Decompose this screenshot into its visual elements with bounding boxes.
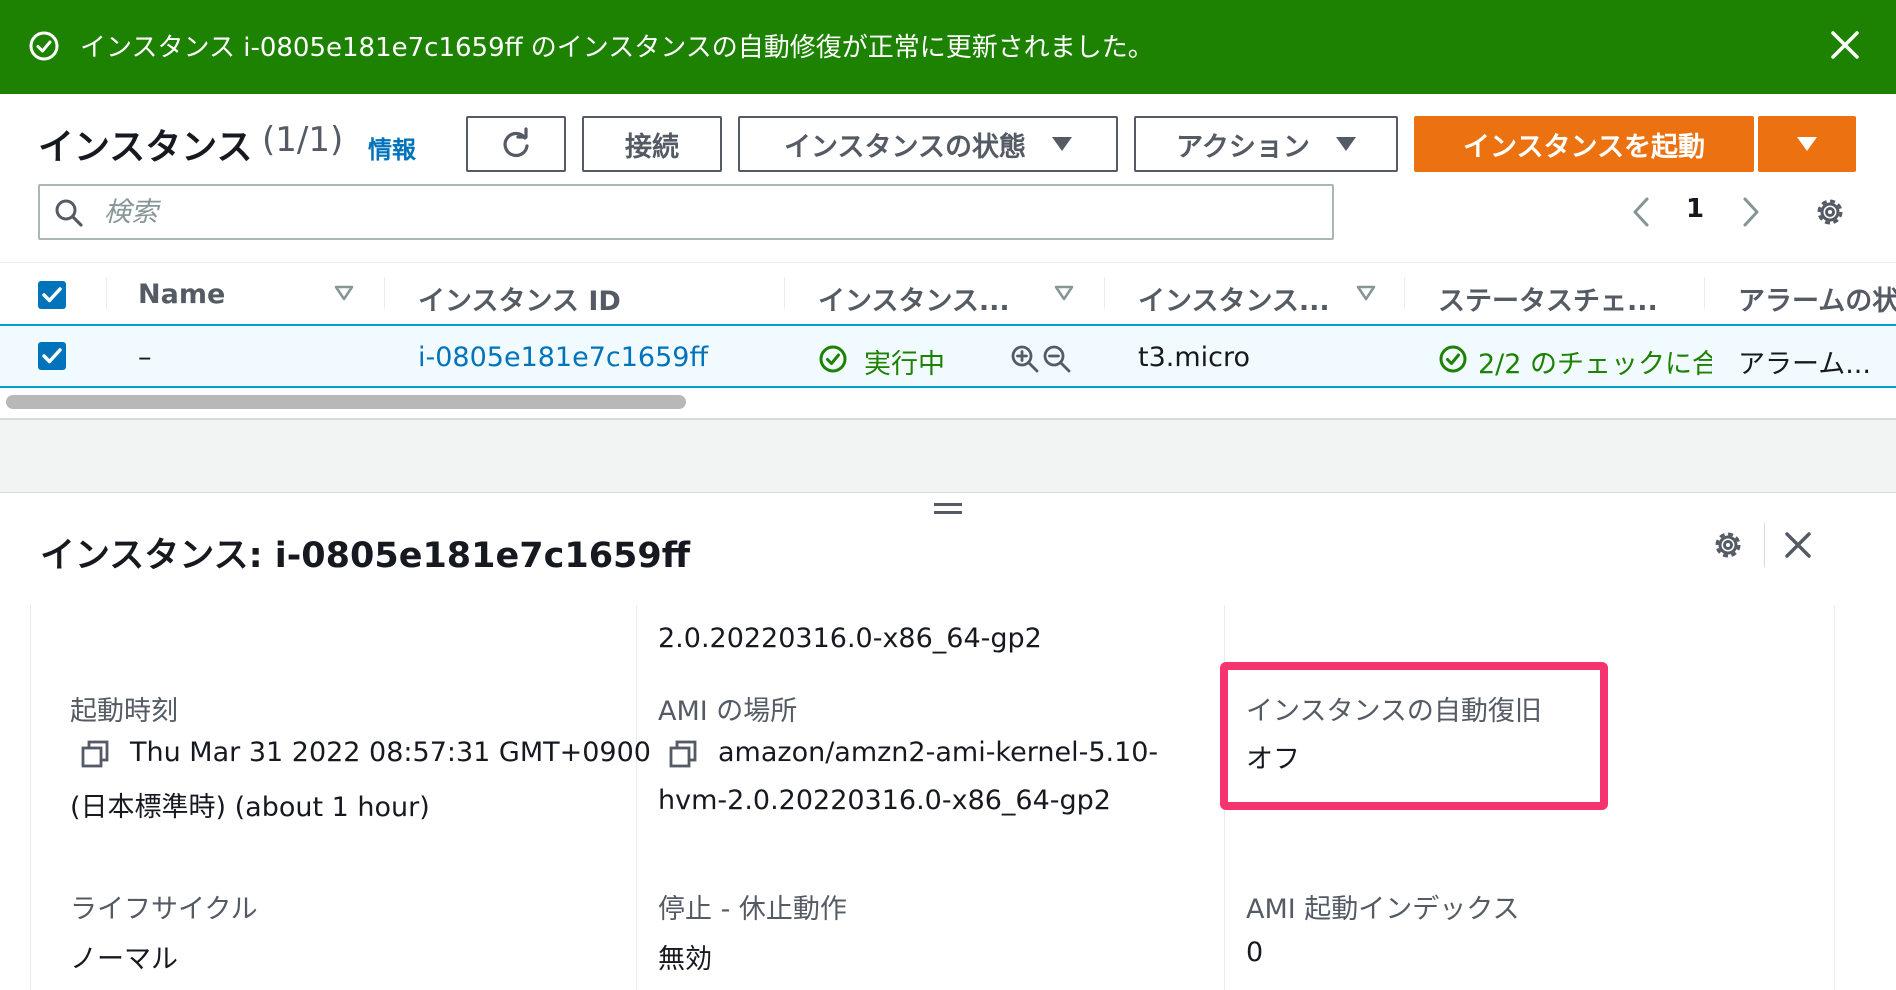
ami-name-value: 2.0.20220316.0-x86_64-gp2 bbox=[658, 623, 1042, 654]
column-divider bbox=[1834, 605, 1835, 990]
column-divider bbox=[636, 605, 637, 990]
select-all-checkbox[interactable] bbox=[38, 281, 66, 309]
copy-icon[interactable] bbox=[80, 739, 110, 769]
instances-panel: インスタンス (1/1) 情報 接続 インスタンスの状態 アクション インスタン… bbox=[0, 94, 1896, 420]
checkmark-icon bbox=[42, 287, 62, 303]
close-icon[interactable] bbox=[1780, 527, 1816, 563]
lifecycle-value: ノーマル bbox=[70, 944, 178, 975]
column-header-status-check[interactable]: ステータスチェ... bbox=[1438, 279, 1658, 318]
column-header-alarm-status[interactable]: アラームの状 bbox=[1738, 279, 1896, 318]
info-link[interactable]: 情報 bbox=[368, 130, 416, 165]
column-separator bbox=[1404, 277, 1405, 309]
refresh-button[interactable] bbox=[466, 116, 566, 172]
check-circle-icon bbox=[29, 31, 59, 61]
launch-time-label: 起動時刻 bbox=[70, 696, 178, 727]
ami-launch-index-label: AMI 起動インデックス bbox=[1246, 894, 1520, 925]
caret-down-icon bbox=[1335, 137, 1356, 151]
refresh-icon bbox=[503, 127, 529, 158]
search-icon bbox=[55, 199, 83, 227]
column-divider bbox=[30, 605, 31, 990]
ami-location-value: amazon/amzn2-ami-kernel-5.10- bbox=[718, 737, 1159, 768]
checkmark-icon bbox=[42, 348, 62, 364]
column-header-instance-type[interactable]: インスタンス... bbox=[1138, 279, 1330, 318]
column-separator bbox=[106, 277, 107, 309]
ami-location-value-cont: hvm-2.0.20220316.0-x86_64-gp2 bbox=[658, 785, 1111, 816]
instance-state-dropdown[interactable]: インスタンスの状態 bbox=[738, 116, 1118, 172]
row-checkbox[interactable] bbox=[38, 342, 66, 370]
launch-label: インスタンスを起動 bbox=[1463, 131, 1705, 163]
sort-icon[interactable] bbox=[1356, 285, 1376, 301]
scrollbar-thumb[interactable] bbox=[6, 395, 686, 409]
details-title: インスタンス: i-0805e181e7c1659ff bbox=[40, 536, 691, 576]
success-flash-banner: インスタンス i-0805e181e7c1659ff のインスタンスの自動修復が… bbox=[0, 0, 1896, 94]
search-box bbox=[38, 184, 1334, 240]
ami-launch-index-value: 0 bbox=[1246, 937, 1264, 968]
cell-instance-type: t3.micro bbox=[1138, 342, 1251, 373]
table-row[interactable]: – i-0805e181e7c1659ff 実行中 t3.micro 2/2 の… bbox=[0, 324, 1896, 388]
instance-state-label: インスタンスの状態 bbox=[784, 131, 1026, 163]
zoom-in-icon[interactable] bbox=[1010, 344, 1040, 374]
column-header-instance-state[interactable]: インスタンス... bbox=[818, 279, 1010, 318]
connect-label: 接続 bbox=[625, 131, 679, 163]
chevron-right-icon[interactable] bbox=[1736, 194, 1766, 230]
annotation-highlight-box bbox=[1220, 662, 1608, 810]
divider bbox=[1764, 523, 1765, 567]
page-number[interactable]: 1 bbox=[1686, 194, 1704, 224]
cell-status-check: 2/2 のチェックに合 bbox=[1478, 349, 1712, 376]
actions-label: アクション bbox=[1176, 131, 1310, 163]
connect-button[interactable]: 接続 bbox=[582, 116, 722, 172]
actions-dropdown[interactable]: アクション bbox=[1134, 116, 1398, 172]
caret-down-icon bbox=[1797, 137, 1817, 151]
stop-hibernate-value: 無効 bbox=[658, 944, 712, 975]
gear-icon[interactable] bbox=[1812, 194, 1848, 230]
cell-instance-id[interactable]: i-0805e181e7c1659ff bbox=[418, 342, 708, 373]
column-header-name[interactable]: Name bbox=[138, 279, 225, 310]
search-input[interactable] bbox=[104, 194, 1304, 230]
page-title: インスタンス bbox=[38, 127, 253, 168]
launch-time-value: Thu Mar 31 2022 08:57:31 GMT+0900 bbox=[130, 737, 651, 768]
column-separator bbox=[384, 277, 385, 309]
check-circle-icon bbox=[1439, 345, 1467, 373]
column-separator bbox=[1104, 277, 1105, 309]
resize-handle[interactable] bbox=[934, 503, 962, 517]
column-separator bbox=[784, 277, 785, 309]
caret-down-icon bbox=[1051, 137, 1072, 151]
copy-icon[interactable] bbox=[668, 739, 698, 769]
zoom-out-icon[interactable] bbox=[1042, 344, 1072, 374]
launch-dropdown-button[interactable] bbox=[1758, 116, 1856, 172]
ami-location-label: AMI の場所 bbox=[658, 696, 798, 727]
sort-icon[interactable] bbox=[334, 285, 354, 301]
cell-name: – bbox=[138, 342, 152, 373]
status-check-cell: 2/2 のチェックに合 bbox=[1478, 342, 1712, 376]
stop-hibernate-label: 停止 - 休止動作 bbox=[658, 894, 847, 925]
split-gap bbox=[0, 420, 1896, 492]
launch-instances-button[interactable]: インスタンスを起動 bbox=[1414, 116, 1754, 172]
instance-count: (1/1) bbox=[262, 120, 344, 160]
table-header: Name インスタンス ID インスタンス... インスタンス... ステータス… bbox=[0, 262, 1896, 324]
launch-time-value-cont: (日本標準時) (about 1 hour) bbox=[70, 792, 430, 823]
close-icon[interactable] bbox=[1828, 28, 1862, 62]
column-separator bbox=[1704, 277, 1705, 309]
check-circle-icon bbox=[819, 345, 847, 373]
column-header-instance-id[interactable]: インスタンス ID bbox=[418, 279, 621, 318]
gear-icon[interactable] bbox=[1710, 527, 1746, 563]
flash-message: インスタンス i-0805e181e7c1659ff のインスタンスの自動修復が… bbox=[80, 33, 1154, 63]
sort-icon[interactable] bbox=[1054, 285, 1074, 301]
cell-alarm-status[interactable]: アラーム... bbox=[1738, 342, 1871, 381]
chevron-left-icon[interactable] bbox=[1626, 194, 1656, 230]
cell-instance-state: 実行中 bbox=[864, 349, 945, 380]
details-panel: インスタンス: i-0805e181e7c1659ff 2.0.20220316… bbox=[0, 492, 1896, 990]
lifecycle-label: ライフサイクル bbox=[70, 894, 258, 925]
